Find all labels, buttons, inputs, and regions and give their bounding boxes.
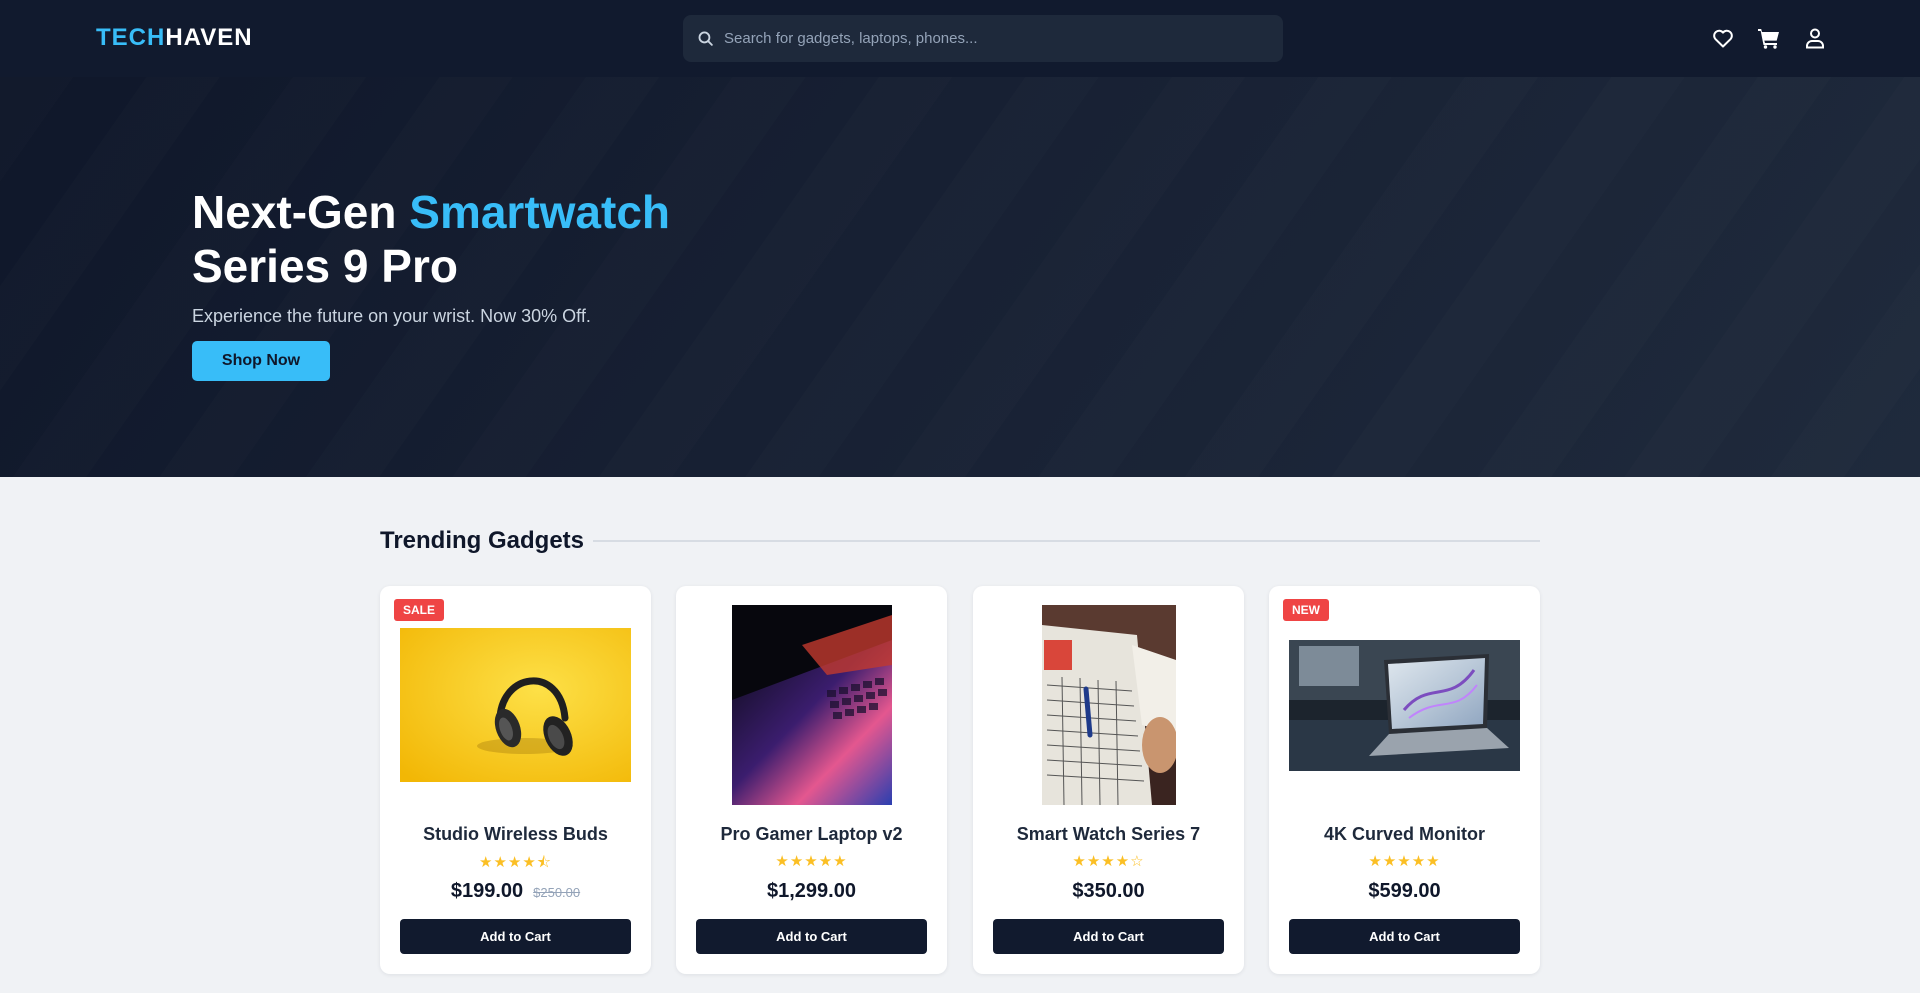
- price-row: $350.00: [973, 880, 1244, 903]
- product-image-headphones: [400, 628, 631, 782]
- site-header: TECHHAVEN: [0, 0, 1920, 77]
- product-image-newspaper: [1041, 605, 1176, 805]
- rating-stars: ★★★★★: [1368, 852, 1441, 870]
- rating-stars: ★★★★★: [775, 852, 848, 870]
- header-actions: [1711, 26, 1827, 50]
- product-card[interactable]: Pro Gamer Laptop v2 ★★★★★ $1,299.00 Add …: [676, 586, 947, 974]
- product-card[interactable]: NEW 4K Curved Monitor ★★★★★ $599.00 Add: [1269, 586, 1540, 974]
- add-to-cart-button[interactable]: Add to Cart: [400, 919, 631, 954]
- old-price: $250.00: [533, 885, 581, 900]
- rating-stars: ★★★★⯪: [479, 853, 552, 871]
- price-row: $1,299.00: [676, 880, 947, 903]
- hero-title: Next-Gen Smartwatch Series 9 Pro: [192, 185, 670, 293]
- heart-icon[interactable]: [1711, 26, 1735, 50]
- hero-title-start: Next-Gen: [192, 186, 410, 238]
- hero-title-line2: Series 9 Pro: [192, 240, 458, 292]
- add-to-cart-button[interactable]: Add to Cart: [1289, 919, 1520, 954]
- product-image-frame: [400, 605, 631, 805]
- product-price: $199.00: [450, 880, 524, 902]
- shop-now-button[interactable]: Shop Now: [192, 341, 330, 381]
- product-image-frame: [696, 605, 927, 805]
- search-icon: [698, 31, 713, 46]
- product-name: Pro Gamer Laptop v2: [720, 824, 903, 844]
- product-card[interactable]: Smart Watch Series 7 ★★★★☆ $350.00 Add t…: [973, 586, 1244, 974]
- price-row: $199.00 $250.00: [380, 880, 651, 903]
- product-image-monitor: [1289, 639, 1520, 771]
- product-name: Smart Watch Series 7: [1016, 824, 1201, 844]
- brand-logo-part2: HAVEN: [165, 24, 253, 51]
- add-to-cart-button[interactable]: Add to Cart: [696, 919, 927, 954]
- hero-banner: Next-Gen Smartwatch Series 9 Pro Experie…: [0, 77, 1920, 477]
- rating-stars: ★★★★☆: [1072, 852, 1145, 870]
- hero-title-highlight: Smartwatch: [409, 186, 671, 238]
- product-name: Studio Wireless Buds: [423, 824, 608, 844]
- search-bar: [683, 15, 1283, 62]
- hero-subtitle: Experience the future on your wrist. Now…: [192, 306, 591, 326]
- product-price: $599.00: [1368, 880, 1441, 902]
- product-image-frame: [1289, 605, 1520, 805]
- add-to-cart-button[interactable]: Add to Cart: [993, 919, 1224, 954]
- product-price: $1,299.00: [767, 880, 856, 902]
- user-icon[interactable]: [1803, 26, 1827, 50]
- product-card[interactable]: SALE Studio Wireless Buds ★★★★⯪ $199.00 $…: [380, 586, 651, 974]
- section-divider: [593, 540, 1540, 542]
- cart-icon[interactable]: [1757, 26, 1781, 50]
- section-title: Trending Gadgets: [380, 527, 585, 554]
- search-input[interactable]: [724, 30, 1264, 47]
- brand-logo[interactable]: TECHHAVEN: [96, 24, 253, 52]
- product-name: 4K Curved Monitor: [1323, 824, 1485, 844]
- price-row: $599.00: [1269, 880, 1540, 903]
- brand-logo-part1: TECH: [96, 24, 166, 51]
- product-image-laptop: [731, 605, 892, 805]
- product-price: $350.00: [1072, 880, 1145, 902]
- product-image-frame: [993, 605, 1224, 805]
